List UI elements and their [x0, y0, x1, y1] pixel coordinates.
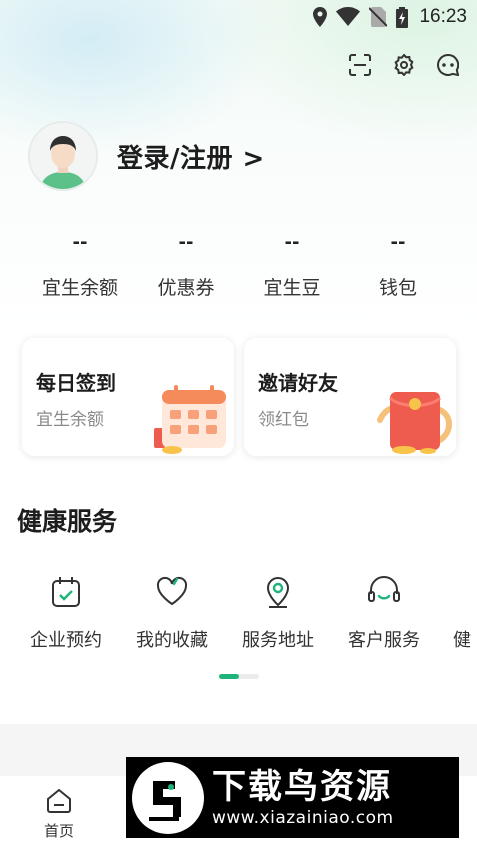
settings-gear-icon[interactable]: [391, 52, 417, 78]
headset-icon: [368, 576, 400, 602]
scan-icon[interactable]: [347, 52, 373, 78]
battery-charging-icon: [396, 6, 409, 28]
location-pin-icon: [266, 576, 290, 608]
card-title: 邀请好友: [258, 371, 338, 395]
stat-label: 宜生余额: [41, 277, 118, 299]
bird-logo-icon: [132, 761, 204, 834]
stat-coupons[interactable]: -- 优惠券: [133, 232, 239, 300]
invite-friends-card[interactable]: 邀请好友 领红包: [244, 338, 456, 456]
stat-label: 优惠券: [157, 277, 215, 299]
service-label: 我的收藏: [136, 630, 208, 651]
daily-checkin-card[interactable]: 每日签到 宜生余额: [22, 338, 234, 456]
calendar-check-icon: [52, 577, 80, 607]
service-label: 企业预约: [30, 630, 102, 651]
watermark-url: www.xiazainiao.com: [212, 807, 394, 828]
tab-label: 首页: [43, 822, 74, 840]
service-label: 客户服务: [348, 630, 420, 651]
service-partial[interactable]: 健: [440, 576, 477, 652]
health-services-title: 健康服务: [17, 507, 118, 536]
service-my-favorites[interactable]: 我的收藏: [122, 576, 222, 652]
home-icon: [47, 788, 71, 813]
stat-label: 宜生豆: [263, 277, 321, 299]
red-envelope-illustration-icon: [377, 392, 452, 454]
service-customer-service[interactable]: 客户服务: [334, 576, 434, 652]
stat-label: 钱包: [378, 277, 417, 299]
heart-icon: [156, 576, 188, 606]
avatar[interactable]: [28, 121, 98, 191]
service-enterprise-booking[interactable]: 企业预约: [16, 576, 116, 652]
stat-value: --: [178, 232, 194, 253]
stat-value: --: [284, 232, 300, 253]
top-toolbar: [347, 52, 461, 78]
location-icon: [313, 7, 328, 27]
wifi-icon: [336, 7, 361, 26]
service-address[interactable]: 服务地址: [228, 576, 328, 652]
service-label: 服务地址: [242, 630, 314, 651]
scroll-thumb: [219, 674, 239, 679]
stat-wallet[interactable]: -- 钱包: [345, 232, 451, 300]
card-subtitle: 领红包: [258, 410, 309, 430]
watermark-banner: 下载鸟资源 www.xiazainiao.com: [126, 757, 459, 838]
card-subtitle: 宜生余额: [36, 410, 104, 430]
services-scroll-indicator: [219, 674, 259, 679]
no-sim-icon: [369, 7, 388, 27]
service-label: 健: [453, 630, 471, 651]
card-title: 每日签到: [36, 371, 116, 395]
stat-value: --: [72, 232, 88, 253]
watermark-text: 下载鸟资源 www.xiazainiao.com: [212, 767, 394, 829]
account-stats: -- 宜生余额 -- 优惠券 -- 宜生豆 -- 钱包: [0, 232, 477, 300]
message-icon[interactable]: [435, 52, 461, 78]
stat-balance[interactable]: -- 宜生余额: [27, 232, 133, 300]
stat-beans[interactable]: -- 宜生豆: [239, 232, 345, 300]
calendar-illustration-icon: [154, 385, 226, 454]
status-bar: 16:23: [0, 0, 477, 34]
stat-value: --: [390, 232, 406, 253]
tab-home[interactable]: 首页: [30, 788, 88, 841]
health-services-list[interactable]: 企业预约 我的收藏 服务地址 客户服务 健: [0, 576, 477, 656]
status-time: 16:23: [419, 6, 467, 27]
watermark-main-text: 下载鸟资源: [212, 766, 392, 807]
login-register-link[interactable]: 登录/注册 >: [117, 138, 265, 175]
